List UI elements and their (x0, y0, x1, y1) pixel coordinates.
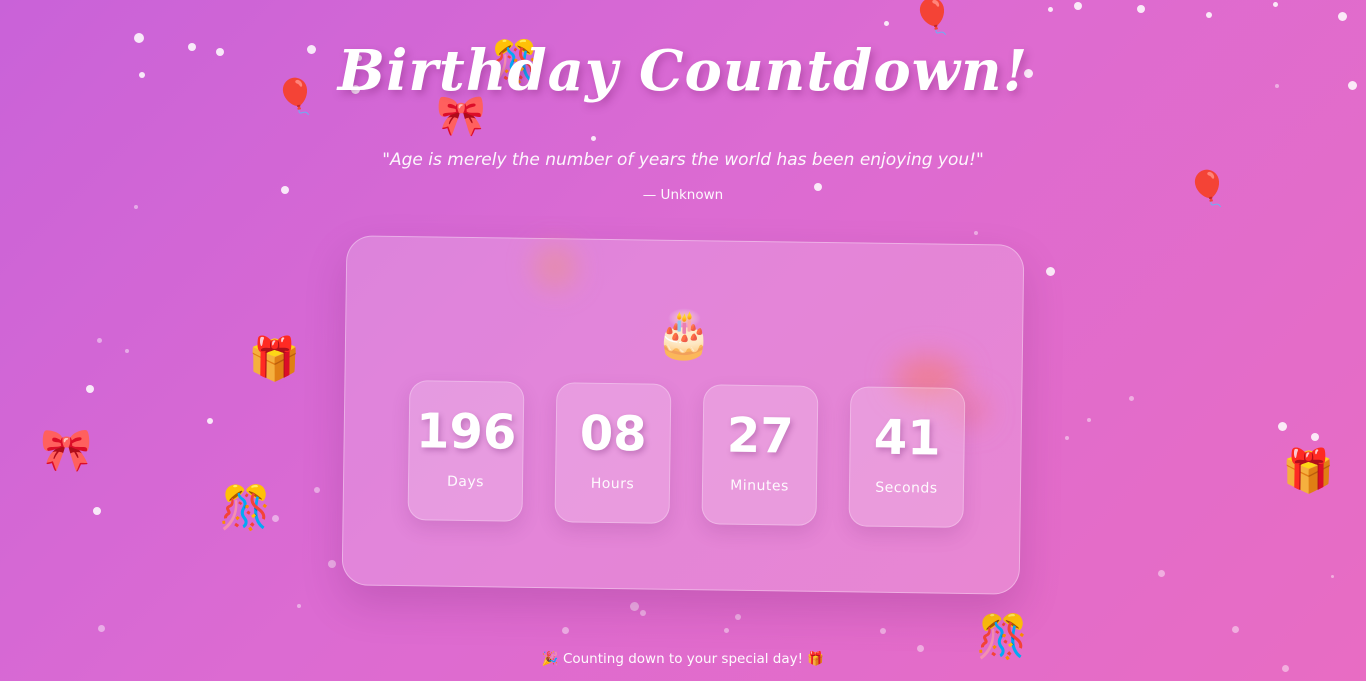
confetti-dot (207, 418, 213, 424)
confetti-dot (93, 507, 101, 515)
confetti-dot (724, 628, 729, 633)
page-title: Birthday Countdown! (337, 38, 1029, 104)
minutes-label: Minutes (730, 477, 789, 495)
confetti-dot (1048, 7, 1053, 12)
minutes-value: 27 (726, 407, 794, 465)
countdown-units: 196 Days 08 Hours 27 Minutes 41 Seconds (407, 380, 966, 528)
confetti-dot (1074, 2, 1082, 10)
confetti-dot (1046, 267, 1055, 276)
countdown-seconds: 41 Seconds (848, 386, 966, 528)
confetti-dot (314, 487, 320, 493)
hours-value: 08 (579, 405, 648, 463)
days-value: 196 (415, 403, 517, 461)
countdown-hours: 08 Hours (554, 382, 672, 524)
confetti-dot (1311, 433, 1319, 441)
confetti-dot (1338, 12, 1347, 21)
countdown-days: 196 Days (407, 380, 525, 522)
confetti-dot (1232, 626, 1239, 633)
confetti-dot (134, 205, 138, 209)
confetti-dot (1273, 2, 1278, 7)
confetti-dot (880, 628, 886, 634)
countdown-card: 🎂 196 Days 08 Hours 27 Minutes 41 Second… (341, 235, 1025, 595)
confetti-dot (562, 627, 569, 634)
ribbon-icon: 🎀 (40, 425, 93, 474)
confetti-dot (591, 136, 596, 141)
days-label: Days (446, 473, 485, 491)
confetti-dot (1087, 418, 1091, 422)
quote-author: — Unknown (642, 187, 724, 203)
confetti-icon: 🎊 (219, 483, 272, 532)
confetti-dot (640, 610, 646, 616)
quote-text: "Age is merely the number of years the w… (382, 150, 984, 170)
confetti-dot (272, 515, 279, 522)
confetti-dot (974, 231, 978, 235)
seconds-value: 41 (873, 409, 941, 467)
confetti-dot (1137, 5, 1145, 13)
birthday-cake-icon: 🎂 (655, 306, 714, 362)
confetti-dot (297, 604, 301, 608)
gift-icon: 🎁 (1282, 446, 1335, 495)
confetti-dot (735, 614, 741, 620)
confetti-dot (1065, 436, 1069, 440)
confetti-dot (630, 602, 639, 611)
confetti-dot (1278, 422, 1287, 431)
footer-message: 🎉 Counting down to your special day! 🎁 (541, 651, 825, 667)
confetti-dot (1129, 396, 1134, 401)
confetti-dot (1206, 12, 1212, 18)
confetti-dot (86, 385, 94, 393)
blurred-confetti (534, 246, 576, 288)
hours-label: Hours (590, 475, 635, 493)
countdown-minutes: 27 Minutes (701, 384, 819, 526)
confetti-dot (125, 349, 129, 353)
confetti-dot (97, 338, 102, 343)
balloon-icon: 🎈 (911, 0, 954, 37)
confetti-dot (328, 560, 336, 568)
confetti-dot (1158, 570, 1165, 577)
confetti-dot (884, 21, 889, 26)
confetti-dot (1331, 575, 1334, 578)
confetti-dot (98, 625, 105, 632)
gift-icon: 🎁 (248, 334, 301, 383)
seconds-label: Seconds (875, 479, 938, 497)
